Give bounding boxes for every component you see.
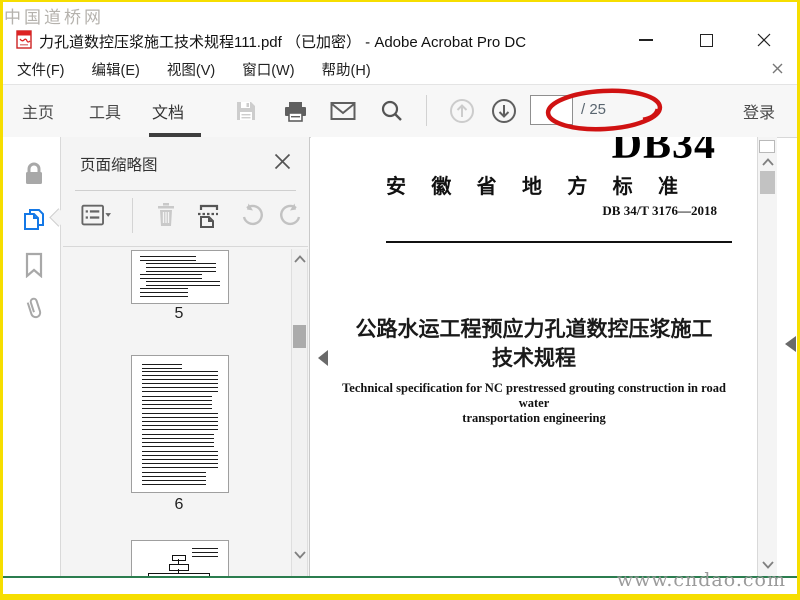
insert-pages-button[interactable] <box>193 199 223 231</box>
document-scrollbar-thumb[interactable] <box>760 171 775 194</box>
print-icon <box>284 102 306 122</box>
header-rule <box>386 241 732 243</box>
next-page-button[interactable] <box>490 97 518 125</box>
attachments-button[interactable] <box>21 295 47 323</box>
save-icon <box>237 102 255 120</box>
acrobat-window: { "watermarks": { "top_left": "中国道桥网", "… <box>0 0 800 600</box>
collapse-panel-handle[interactable] <box>318 350 328 366</box>
small-close-icon <box>772 63 783 74</box>
menu-file[interactable]: 文件(F) <box>17 59 65 80</box>
menu-view[interactable]: 视图(V) <box>167 59 215 80</box>
panel-close-icon <box>274 153 291 170</box>
delete-pages-button[interactable] <box>151 199 181 231</box>
watermark-bottom-right: www.cndao.com <box>616 569 786 591</box>
thumbnails-scrollbar-thumb[interactable] <box>293 325 306 348</box>
panel-close-button[interactable] <box>274 153 292 171</box>
save-button[interactable] <box>232 97 260 125</box>
trash-icon <box>158 203 174 226</box>
search-button[interactable] <box>378 97 406 125</box>
menu-window[interactable]: 窗口(W) <box>242 59 294 80</box>
panel-divider <box>75 190 296 191</box>
thumbnails-scrollbar[interactable] <box>291 249 308 576</box>
minimize-button[interactable] <box>629 25 663 55</box>
search-icon <box>381 100 402 121</box>
menu-help[interactable]: 帮助(H) <box>322 59 371 80</box>
print-button[interactable] <box>281 97 309 125</box>
chevron-down-icon <box>294 551 306 559</box>
thumbnail-options-button[interactable] <box>81 199 111 231</box>
close-icon <box>757 33 771 47</box>
standard-name: 安 徽 省 地 方 标 准 <box>386 176 678 198</box>
options-list-icon <box>81 204 111 226</box>
menu-bar: 文件(F) 编辑(E) 视图(V) 窗口(W) 帮助(H) <box>3 55 797 85</box>
pdf-file-icon <box>16 30 33 49</box>
panel-divider-2 <box>63 246 308 247</box>
doc-scroll-up-button[interactable] <box>762 158 774 166</box>
toolbar-separator <box>426 95 427 126</box>
window-title: 力孔道数控压浆施工技术规程111.pdf （已加密） - Adobe Acrob… <box>39 34 527 51</box>
arrow-up-icon <box>450 99 474 123</box>
frame-left <box>0 0 3 600</box>
thumbnail-page-5[interactable] <box>131 250 229 304</box>
frame-bottom <box>0 594 800 600</box>
document-scrollbar[interactable] <box>757 137 777 576</box>
minimize-icon <box>639 39 653 41</box>
main-toolbar: 主页 工具 文档 / 25 登录 <box>3 85 797 138</box>
document-title: 公路水运工程预应力孔道数控压浆施工 技术规程 <box>355 318 713 370</box>
page-thumbnails-icon <box>24 209 44 230</box>
maximize-icon <box>699 33 713 47</box>
lock-icon <box>26 162 42 184</box>
page-thumbnails-button[interactable] <box>21 205 47 233</box>
security-settings-button[interactable] <box>21 160 47 188</box>
panel-toolbar-separator <box>132 198 133 233</box>
red-circle-annotation <box>543 86 665 134</box>
chevron-up-icon <box>294 255 306 263</box>
email-icon <box>330 102 356 120</box>
arrow-down-icon <box>492 99 516 123</box>
scroll-down-button[interactable] <box>294 551 306 559</box>
scrollbar-top-box <box>759 140 775 153</box>
page-thumbnails-panel: 页面缩略图 5 6 <box>61 137 310 576</box>
chevron-up-icon <box>762 158 774 166</box>
thumbnail-page-6[interactable] <box>131 355 229 493</box>
panel-title: 页面缩略图 <box>80 157 158 174</box>
menu-edit[interactable]: 编辑(E) <box>92 59 140 80</box>
document-subtitle: Technical specification for NC prestress… <box>342 381 726 425</box>
email-button[interactable] <box>329 97 357 125</box>
chevron-down-icon <box>762 561 774 569</box>
watermark-top-left: 中国道桥网 <box>4 8 104 28</box>
thumbnail-label-5: 5 <box>174 305 184 322</box>
insert-pages-icon <box>198 204 219 228</box>
thumbnail-page-7[interactable] <box>131 540 229 576</box>
bookmark-icon <box>25 252 43 278</box>
menubar-close-button[interactable] <box>772 63 783 74</box>
sign-in-button[interactable]: 登录 <box>743 99 775 123</box>
document-page: DB34 安 徽 省 地 方 标 准 DB 34/T 3176—2018 公路水… <box>311 137 757 576</box>
standard-logo: DB34 <box>611 137 716 168</box>
maximize-button[interactable] <box>689 25 723 55</box>
rotate-left-button[interactable] <box>237 199 267 231</box>
bookmarks-button[interactable] <box>21 251 47 279</box>
rotate-clockwise-icon <box>280 203 301 226</box>
frame-top <box>0 0 800 2</box>
navigation-pane-strip <box>3 137 61 576</box>
tab-home[interactable]: 主页 <box>22 99 54 123</box>
previous-page-button[interactable] <box>448 97 476 125</box>
doc-scroll-down-button[interactable] <box>762 561 774 569</box>
scroll-up-button[interactable] <box>294 255 306 263</box>
thumbnail-label-6: 6 <box>174 496 184 513</box>
tab-tools[interactable]: 工具 <box>89 99 121 123</box>
paperclip-icon <box>26 297 42 319</box>
rotate-counterclockwise-icon <box>242 203 263 226</box>
standard-number: DB 34/T 3176—2018 <box>602 203 717 218</box>
rotate-right-button[interactable] <box>276 199 306 231</box>
close-button[interactable] <box>747 25 781 55</box>
tab-document[interactable]: 文档 <box>152 99 184 123</box>
collapse-right-pane-handle[interactable] <box>785 336 796 352</box>
title-bar: 力孔道数控压浆施工技术规程111.pdf （已加密） - Adobe Acrob… <box>3 25 797 55</box>
